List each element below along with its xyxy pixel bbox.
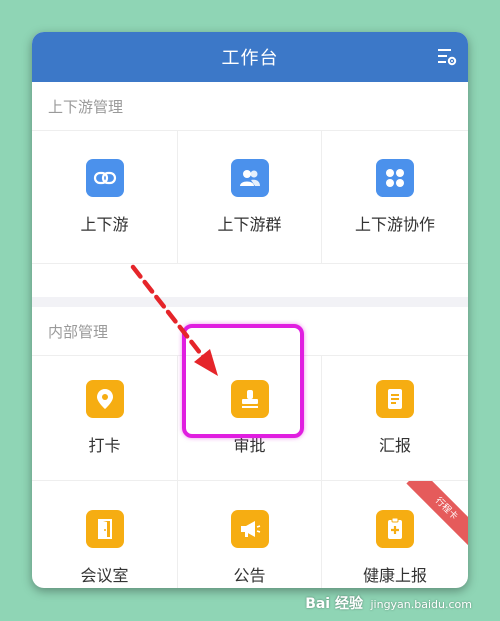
watermark-url: jingyan.baidu.com (370, 598, 472, 611)
tile-label: 上下游群 (217, 215, 282, 234)
group-icon (230, 159, 269, 197)
app-header: 工作台 (32, 32, 468, 82)
page-title: 工作台 (221, 48, 279, 69)
location-pin-icon (85, 380, 124, 418)
section-divider (32, 297, 468, 307)
grid-icon (376, 159, 414, 197)
tile-label: 上下游 (80, 215, 129, 234)
tile-label: 健康上报 (362, 566, 427, 585)
highlight-box (182, 324, 304, 438)
tile-report[interactable]: 汇报 (322, 356, 468, 481)
tile-meeting-room[interactable]: 会议室 (32, 481, 178, 588)
door-icon (85, 510, 124, 548)
megaphone-icon (230, 510, 269, 548)
section-header-upstream: 上下游管理 (32, 82, 468, 131)
tile-check-in[interactable]: 打卡 (32, 356, 178, 481)
tile-label: 公告 (233, 566, 266, 585)
tile-label: 汇报 (378, 436, 411, 455)
watermark: Bai 经验 jingyan.baidu.com (305, 593, 472, 613)
health-report-icon (376, 510, 414, 548)
tile-upstream-collab[interactable]: 上下游协作 (322, 131, 468, 264)
link-icon (85, 159, 124, 197)
tile-upstream-group[interactable]: 上下游群 (178, 131, 322, 264)
tile-label: 会议室 (80, 566, 129, 585)
upstream-grid: 上下游 上下游群 上下游协作 (32, 131, 468, 264)
tile-label: 上下游协作 (354, 215, 435, 234)
settings-icon[interactable] (436, 46, 458, 68)
tile-announcement[interactable]: 公告 (178, 481, 322, 588)
tile-upstream[interactable]: 上下游 (32, 131, 178, 264)
report-icon (376, 380, 414, 418)
watermark-brand: Bai 经验 (305, 596, 363, 612)
trip-card-badge: 行程卡 (406, 481, 468, 549)
internal-grid-row2: 会议室 公告 行程卡 健康上报 (32, 481, 468, 588)
workbench-panel: 工作台 上下游管理 上下游 上下游群 上下游协作 内部管理 打卡 审批 汇报 会… (32, 32, 468, 588)
tile-health-report[interactable]: 行程卡 健康上报 (322, 481, 468, 588)
tile-label: 打卡 (88, 436, 121, 455)
